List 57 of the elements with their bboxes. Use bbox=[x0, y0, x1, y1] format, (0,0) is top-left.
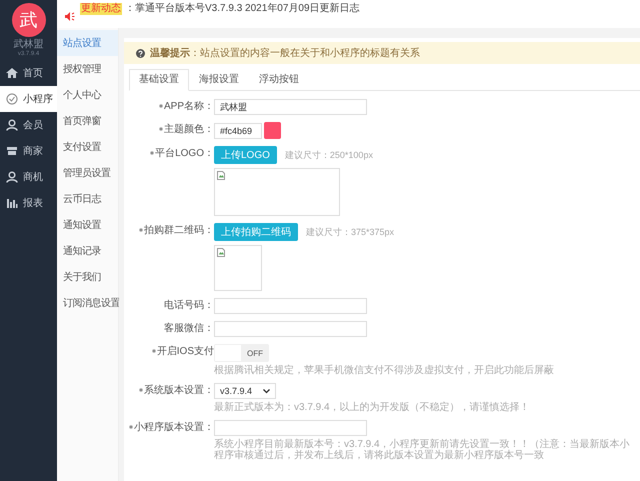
help-text: 最新正式版本为：v3.7.9.4，以上的为开发版（不稳定），请谨慎选择！ bbox=[214, 402, 531, 413]
logo: 武 bbox=[12, 3, 46, 37]
input-field[interactable] bbox=[214, 298, 367, 314]
broken-image-icon bbox=[217, 171, 225, 180]
submenu-item[interactable]: 关于我们 bbox=[57, 264, 118, 290]
submenu-item[interactable]: 通知设置 bbox=[57, 212, 118, 238]
field-label: APP名称： bbox=[164, 100, 214, 114]
tab[interactable]: 海报设置 bbox=[189, 69, 249, 90]
chevron-down-icon bbox=[263, 388, 270, 394]
size-hint: 建议尺寸：375*375px bbox=[306, 226, 394, 238]
submenu-item[interactable]: 站点设置 bbox=[57, 30, 118, 56]
submenu-item[interactable]: 首页弹窗 bbox=[57, 108, 118, 134]
toggle-switch[interactable]: OFF bbox=[214, 344, 269, 362]
nav-item[interactable]: 商家 bbox=[0, 138, 57, 164]
submenu-item[interactable]: 通知记录 bbox=[57, 238, 118, 264]
help-icon bbox=[136, 48, 145, 58]
broken-image-icon bbox=[217, 248, 225, 257]
nav-item[interactable]: 小程序 bbox=[0, 86, 57, 112]
size-hint: 建议尺寸：250*100px bbox=[284, 148, 373, 162]
field-label: 系统版本设置： bbox=[144, 384, 214, 398]
field-label: 小程序版本设置： bbox=[134, 420, 214, 435]
tab[interactable]: 基础设置 bbox=[129, 69, 189, 91]
home-icon bbox=[6, 67, 18, 79]
update-tag: 更新动态 bbox=[80, 3, 122, 15]
app-name: 武林盟 bbox=[14, 39, 44, 50]
input-field[interactable]: 武林盟 bbox=[214, 99, 367, 115]
submenu-item[interactable]: 管理员设置 bbox=[57, 160, 118, 186]
nav-item[interactable]: 会员 bbox=[0, 112, 57, 138]
submenu-item[interactable]: 云币日志 bbox=[57, 186, 118, 212]
check-circle-icon bbox=[6, 93, 18, 105]
nav-item[interactable]: 报表 bbox=[0, 190, 57, 216]
submenu-item[interactable]: 个人中心 bbox=[57, 82, 118, 108]
field-label: 平台LOGO： bbox=[155, 146, 214, 161]
help-text: 根据腾讯相关规定，苹果手机微信支付不得涉及虚拟支付，开启此功能后屏蔽 bbox=[214, 365, 555, 376]
notice-text: ：掌通平台版本号V3.7.9.3 2021年07月09日更新日志 bbox=[125, 3, 360, 15]
speaker-icon bbox=[65, 12, 75, 21]
field-label: 客服微信： bbox=[164, 322, 214, 336]
store-icon bbox=[6, 145, 18, 157]
input-field[interactable] bbox=[214, 420, 367, 436]
version-select[interactable]: v3.7.9.4 bbox=[214, 383, 276, 399]
user-icon bbox=[6, 171, 18, 183]
field-label: 开启IOS支付 bbox=[156, 344, 214, 359]
color-swatch[interactable] bbox=[264, 122, 281, 139]
input-field[interactable] bbox=[214, 321, 367, 337]
field-label: 拍购群二维码： bbox=[144, 224, 214, 238]
alert-message: 温馨提示：站点设置的内容一般在关于和小程序的标题有关系 bbox=[150, 46, 420, 60]
tab[interactable]: 浮动按钮 bbox=[249, 69, 309, 90]
nav-item[interactable]: 商机 bbox=[0, 164, 57, 190]
field-label: 主题颜色： bbox=[164, 122, 214, 137]
chart-icon bbox=[6, 197, 18, 209]
nav-item[interactable]: 首页 bbox=[0, 60, 57, 86]
submenu-item[interactable]: 支付设置 bbox=[57, 134, 118, 160]
submenu-item[interactable]: 授权管理 bbox=[57, 56, 118, 82]
user-icon bbox=[6, 119, 18, 131]
field-label: 电话号码： bbox=[164, 298, 214, 313]
help-text: 系统小程序目前最新版本号：v3.7.9.4，小程序更新前请先设置一致！！（注意：当最新版本小程序审核通过后，并发布上线后，请将此版本设置为最新小程序版本号一致 bbox=[214, 439, 631, 461]
color-field[interactable]: #fc4b69 bbox=[214, 122, 262, 138]
